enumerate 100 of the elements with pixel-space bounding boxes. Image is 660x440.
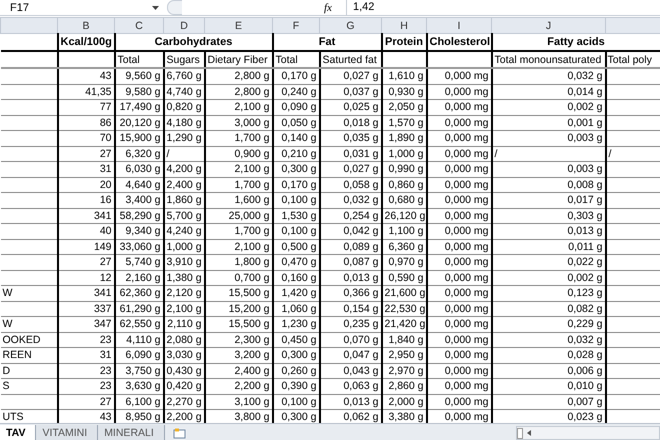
table-cell: 4,110 g <box>114 332 164 348</box>
column-header: Kcal/100g <box>58 34 114 51</box>
table-cell: 1,610 g <box>382 68 426 84</box>
table-cell: 0,160 g <box>272 270 320 286</box>
table-cell: 1,840 g <box>382 332 426 348</box>
table-cell: 6,090 g <box>114 348 164 363</box>
table-cell: 27 <box>58 146 114 162</box>
table-cell: 0,366 g <box>320 286 382 301</box>
insert-function-button[interactable]: fx <box>324 2 346 14</box>
table-cell: 2,950 g <box>382 348 426 363</box>
table-cell: 1,420 g <box>272 286 320 301</box>
formula-field[interactable]: 1,42 <box>346 0 660 15</box>
table-cell: 4,640 g <box>114 177 164 192</box>
column-header[interactable]: D <box>164 18 204 34</box>
table-cell: W <box>0 316 58 332</box>
table-cell: 0,027 g <box>320 68 382 84</box>
table-cell: S <box>0 378 58 394</box>
table-cell: 0,031 g <box>320 146 382 162</box>
table-cell: 1,230 g <box>272 316 320 332</box>
table-cell: 15,500 g <box>204 286 272 301</box>
sheet-tab[interactable]: TAV <box>0 425 36 440</box>
column-header[interactable]: H <box>382 18 426 34</box>
column-header: Protein <box>382 34 426 51</box>
table-cell: 3,100 g <box>204 394 272 410</box>
table-cell: 0,000 mg <box>426 270 492 286</box>
table-cell: 70 <box>58 130 114 146</box>
table-cell: 0,089 g <box>320 239 382 254</box>
table-cell: 6,760 g <box>164 68 204 84</box>
table-cell: 20 <box>58 177 114 192</box>
column-header: Saturted fat <box>320 51 382 68</box>
table-cell: 0,240 g <box>272 84 320 100</box>
table-cell: 1,000 g <box>164 239 204 254</box>
table-cell: 0,680 g <box>382 192 426 208</box>
column-header[interactable]: I <box>426 18 492 34</box>
table-cell: 1,290 g <box>164 130 204 146</box>
table-cell: 0,028 g <box>492 348 606 363</box>
table-cell: 0,087 g <box>320 254 382 270</box>
table-cell: 9,560 g <box>114 68 164 84</box>
column-header[interactable]: J <box>492 18 606 34</box>
sheet-tab[interactable]: VITAMINI <box>36 425 98 440</box>
table-cell: 0,300 g <box>272 162 320 177</box>
table-cell: 27 <box>58 394 114 410</box>
table-cell: 15,900 g <box>114 130 164 146</box>
column-header: Sugars <box>164 51 204 68</box>
table-cell: 1,860 g <box>164 192 204 208</box>
table-cell: 0,170 g <box>272 177 320 192</box>
table-cell: 5,700 g <box>164 208 204 224</box>
table-cell: 0,050 g <box>272 115 320 130</box>
table-cell: 347 <box>58 316 114 332</box>
column-header: Cholesterol <box>426 34 492 51</box>
table-cell: 0,032 g <box>492 332 606 348</box>
table-cell: 1,100 g <box>382 224 426 239</box>
table-cell: 1,600 g <box>204 192 272 208</box>
column-header[interactable]: B <box>58 18 114 34</box>
table-cell: 0,013 g <box>320 270 382 286</box>
table-cell: 2,100 g <box>204 239 272 254</box>
table-cell: 0,013 g <box>492 224 606 239</box>
table-cell: 0,001 g <box>492 115 606 130</box>
table-cell: 2,800 g <box>204 68 272 84</box>
column-header: Dietary Fiber <box>204 51 272 68</box>
table-cell: 26,120 g <box>382 208 426 224</box>
table-cell: 0,140 g <box>272 130 320 146</box>
resize-handle[interactable] <box>167 0 182 15</box>
sheet-tab[interactable]: MINERALI <box>98 425 165 440</box>
new-sheet-icon[interactable] <box>172 428 187 438</box>
table-cell: 0,430 g <box>164 363 204 378</box>
scrollbar[interactable] <box>516 426 660 440</box>
table-cell: 0,990 g <box>382 162 426 177</box>
dropdown-arrow-icon[interactable] <box>152 6 159 10</box>
table-cell: 40 <box>58 224 114 239</box>
table-cell: 0,229 g <box>492 316 606 332</box>
column-header[interactable]: E <box>204 18 272 34</box>
table-cell: 0,008 g <box>492 177 606 192</box>
column-header[interactable]: C <box>114 18 164 34</box>
table-cell: 21,420 g <box>382 316 426 332</box>
table-cell: 0,420 g <box>164 378 204 394</box>
table-cell: 0,100 g <box>272 394 320 410</box>
table-cell: 0,900 g <box>204 146 272 162</box>
table-cell: 0,000 mg <box>426 192 492 208</box>
table-cell: 1,000 g <box>382 146 426 162</box>
table-cell: 23 <box>58 363 114 378</box>
table-cell: 0,390 g <box>272 378 320 394</box>
table-cell: 0,235 g <box>320 316 382 332</box>
column-header[interactable]: G <box>320 18 382 34</box>
table-cell: 0,000 mg <box>426 84 492 100</box>
table-cell: 0,000 mg <box>426 363 492 378</box>
name-box[interactable]: F17 <box>0 2 150 14</box>
table-cell: 15,200 g <box>204 301 272 316</box>
table-cell: 3,000 g <box>204 115 272 130</box>
table-cell: 0,860 g <box>382 177 426 192</box>
table-cell: 86 <box>58 115 114 130</box>
table-cell: 33,060 g <box>114 239 164 254</box>
table-cell: 0,010 g <box>492 378 606 394</box>
table-cell: 2,100 g <box>204 162 272 177</box>
table-cell: 15,500 g <box>204 316 272 332</box>
table-cell: 0,303 g <box>492 208 606 224</box>
table-cell: 0,032 g <box>320 192 382 208</box>
table-cell: 2,270 g <box>164 394 204 410</box>
column-header[interactable]: F <box>272 18 320 34</box>
table-cell: 1,530 g <box>272 208 320 224</box>
